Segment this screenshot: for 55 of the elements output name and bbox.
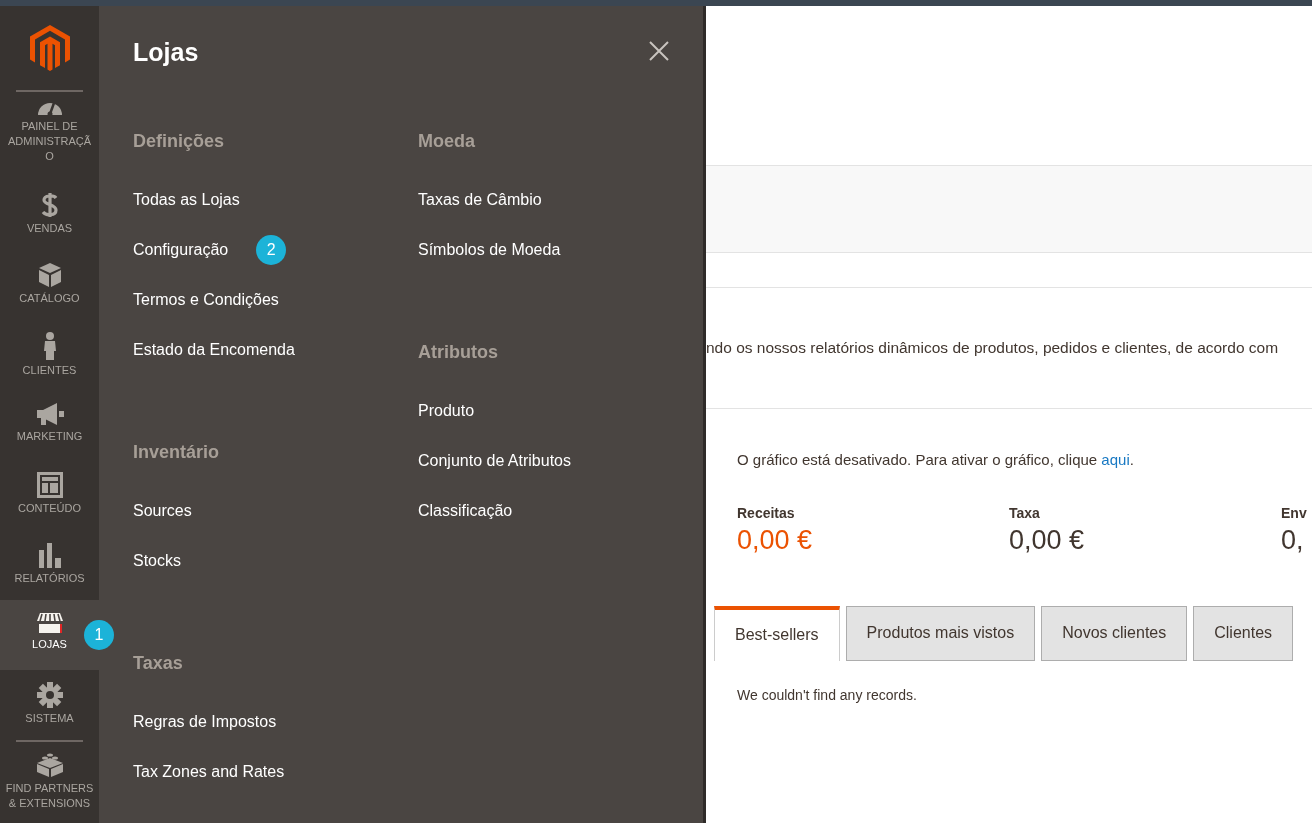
storefront-icon	[35, 612, 64, 634]
stat-label: Receitas	[737, 503, 796, 522]
box-icon	[37, 262, 62, 288]
sidebar-item[interactable]: RELATÓRIOS	[0, 530, 99, 600]
menu-link[interactable]: Termos e Condições	[133, 288, 279, 312]
menu-link[interactable]: Stocks	[133, 549, 181, 573]
sidebar-item[interactable]: FIND PARTNERS & EXTENSIONS	[0, 742, 99, 820]
tab[interactable]: Clientes	[1193, 605, 1294, 661]
bar-chart-icon	[37, 542, 62, 568]
flyout-title: Lojas	[133, 37, 199, 68]
close-icon[interactable]	[647, 38, 671, 62]
section-heading: Moeda	[418, 130, 476, 153]
sidebar-item[interactable]: VENDAS	[0, 180, 99, 250]
sidebar-item[interactable]: CONTEÚDO	[0, 460, 99, 530]
menu-link[interactable]: Regras de Impostos	[133, 710, 277, 734]
menu-link[interactable]: Sources	[133, 499, 192, 523]
empty-message: We couldn't find any records.	[737, 685, 918, 705]
stat-value: 0,00 €	[1009, 523, 1086, 557]
logo-icon[interactable]	[29, 25, 70, 71]
sidebar-item[interactable]: CATÁLOGO	[0, 250, 99, 320]
tab[interactable]: Produtos mais vistos	[845, 605, 1036, 661]
menu-link[interactable]: Símbolos de Moeda	[418, 238, 561, 262]
chart-disabled-message: O gráfico está desativado. Para ativar o gráfico, clique aqui.	[737, 450, 1135, 470]
stat-value: 0,	[1281, 523, 1305, 557]
section-heading: Taxas	[133, 652, 184, 675]
sidebar-item[interactable]: CLIENTES	[0, 320, 99, 390]
menu-link[interactable]: Conjunto de Atributos	[418, 449, 571, 473]
gauge-icon	[36, 102, 63, 116]
menu-link[interactable]: Estado da Encomenda	[133, 338, 295, 362]
menu-link[interactable]: Classificação	[418, 499, 513, 523]
menu-link[interactable]: Taxas de Câmbio	[418, 188, 542, 212]
menu-link[interactable]: Configuração	[133, 238, 229, 262]
sidebar-item[interactable]: PAINEL DE ADMINISTRAÇÃ O	[0, 92, 99, 180]
stat-label: Env	[1281, 503, 1308, 522]
menu-link[interactable]: Produto	[418, 399, 475, 423]
stat-label: Taxa	[1009, 503, 1041, 522]
intro-text: ndo os nossos relatórios dinâmicos de produtos, pedidos e clientes, de acordo com	[706, 338, 1279, 359]
menu-link[interactable]: Todas as Lojas	[133, 188, 240, 212]
sidebar-item[interactable]: MARKETING	[0, 390, 99, 460]
stat-value: 0,00 €	[737, 523, 814, 557]
tab[interactable]: Best-sellers	[714, 605, 840, 661]
gear-icon	[36, 682, 63, 708]
section-heading: Inventário	[133, 441, 221, 464]
section-heading: Atributos	[418, 341, 499, 364]
enable-chart-link[interactable]: aqui	[1101, 451, 1130, 468]
brick-icon	[35, 752, 64, 778]
menu-link[interactable]: Tax Zones and Rates	[133, 760, 285, 784]
tab[interactable]: Novos clientes	[1041, 605, 1188, 661]
layout-icon	[36, 472, 63, 498]
step-marker: 2	[256, 235, 287, 265]
person-icon	[42, 332, 57, 360]
section-heading: Definições	[133, 130, 226, 153]
megaphone-icon	[34, 402, 65, 426]
sidebar-item[interactable]: SISTEMA	[0, 670, 99, 740]
dollar-icon	[40, 192, 59, 218]
